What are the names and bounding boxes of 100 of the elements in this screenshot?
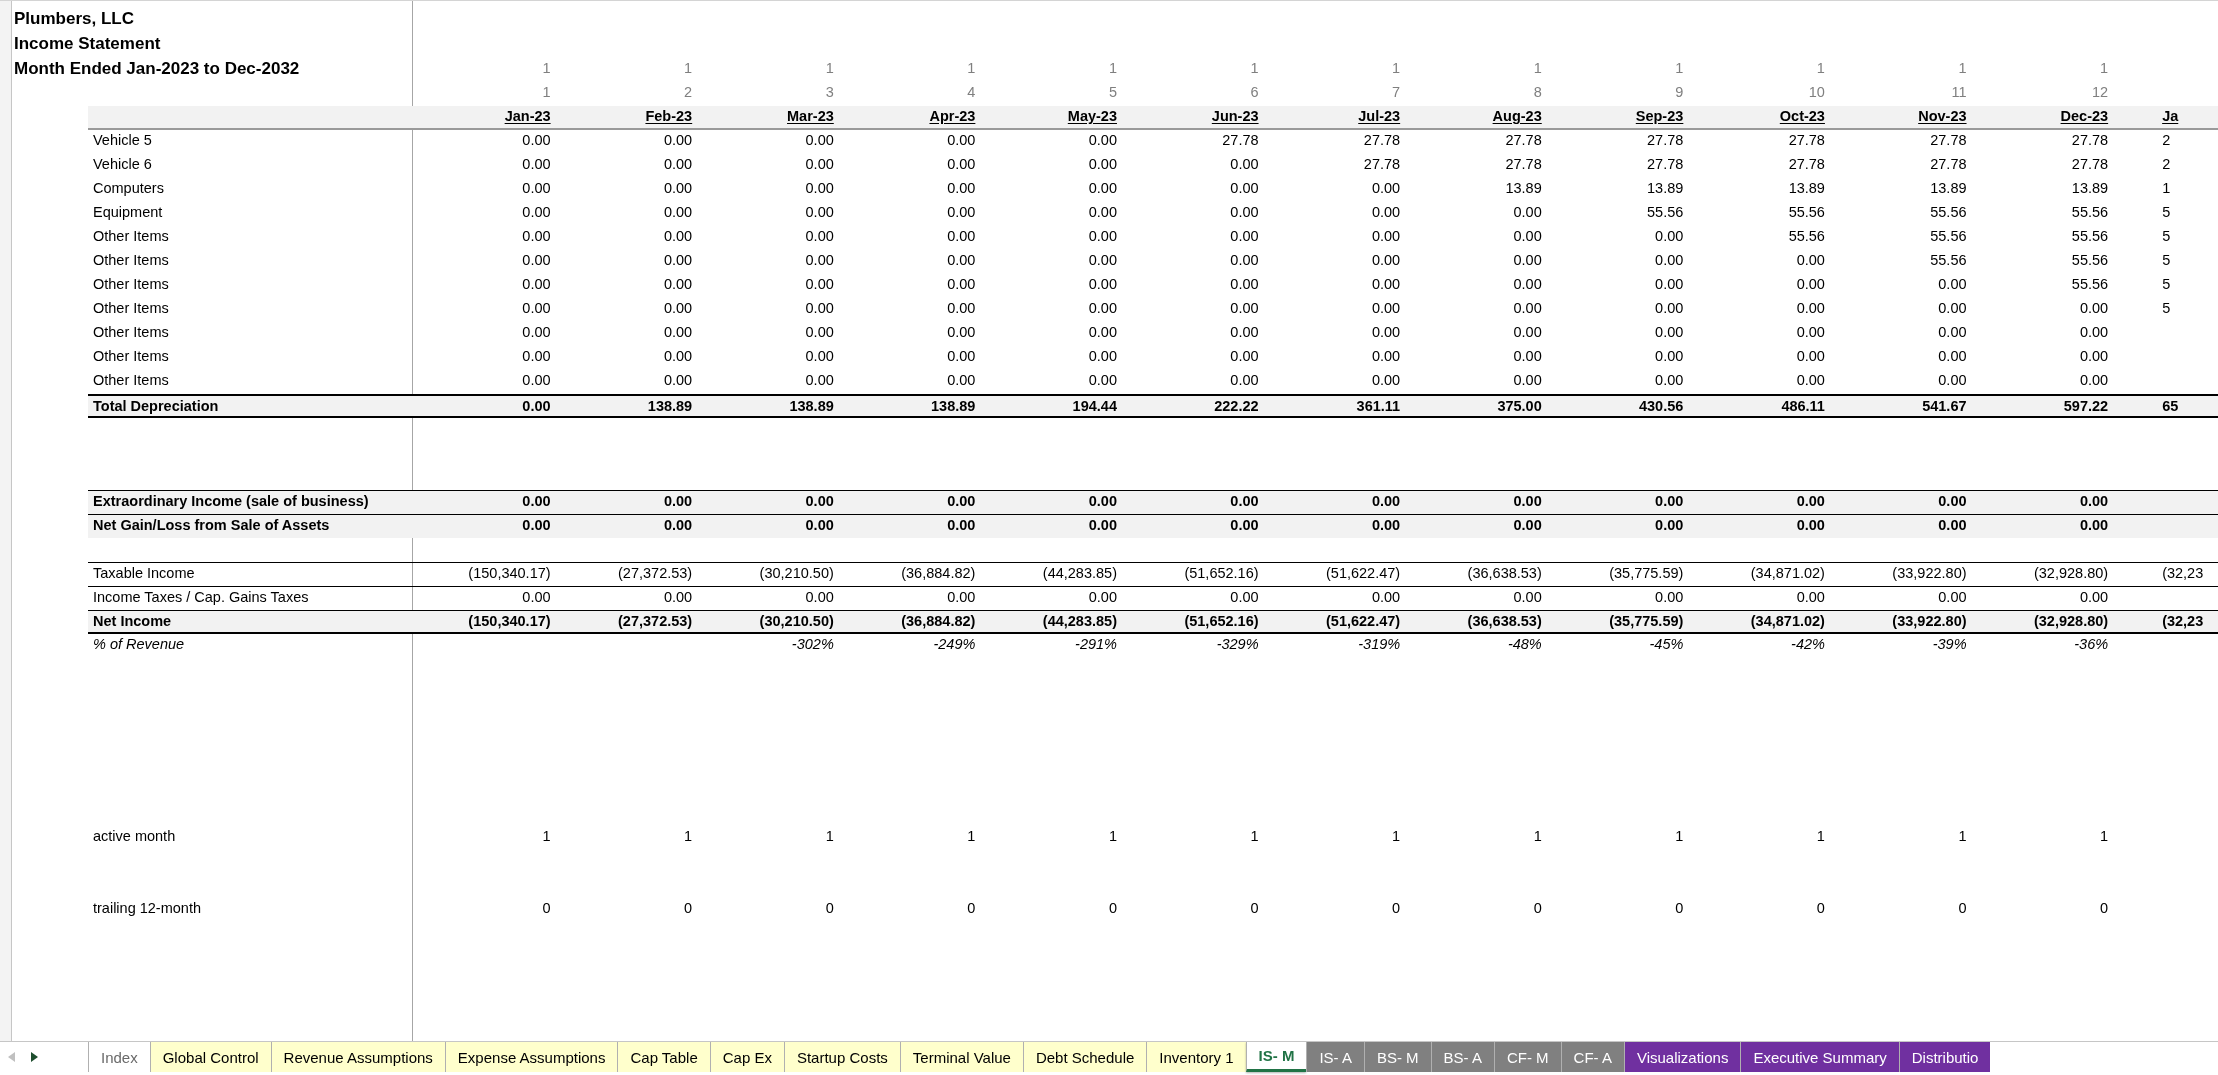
table-cell-text: 55.56 bbox=[2070, 203, 2110, 222]
sheet-tab[interactable]: Executive Summary bbox=[1740, 1042, 1899, 1072]
table-cell-text: 2 bbox=[2161, 155, 2172, 174]
table-cell-text: 1 bbox=[1815, 59, 1826, 78]
table-cell-text: 0.00 bbox=[1370, 347, 1402, 366]
table-cell-text: 1 bbox=[2099, 59, 2110, 78]
table-cell: (36,638.53) bbox=[1404, 610, 1546, 634]
sheet-tab[interactable]: IS- M bbox=[1245, 1042, 1307, 1072]
table-cell-text: 27.78 bbox=[1362, 155, 1402, 174]
table-cell-text: 0.00 bbox=[804, 323, 835, 342]
table-cell: (32,23 bbox=[2112, 610, 2218, 634]
table-cell-text: 0.00 bbox=[804, 251, 835, 270]
table-cell-text: 0.00 bbox=[662, 275, 694, 294]
sheet-tab[interactable]: Startup Costs bbox=[783, 1042, 900, 1072]
sheet-tab[interactable]: BS- M bbox=[1363, 1042, 1431, 1072]
table-cell-text: -319% bbox=[1357, 635, 1402, 654]
table-cell: 0.00 bbox=[1404, 490, 1546, 514]
table-cell: (51,622.47) bbox=[1262, 610, 1405, 634]
scroll-right-icon[interactable] bbox=[30, 1052, 38, 1062]
table-cell-text: 0.00 bbox=[1229, 323, 1260, 342]
sheet-tab[interactable]: Revenue Assumptions bbox=[270, 1042, 445, 1072]
table-cell: (35,775.59) bbox=[1545, 610, 1688, 634]
table-cell: 0.00 bbox=[696, 514, 838, 538]
sheet-tab[interactable]: Global Control bbox=[149, 1042, 271, 1072]
table-cell-text: 0.00 bbox=[1795, 371, 1826, 390]
sheet-tab[interactable]: Cap Table bbox=[617, 1042, 710, 1072]
table-cell-text: 0.00 bbox=[1229, 371, 1260, 390]
sheet-tab[interactable]: Cap Ex bbox=[709, 1042, 784, 1072]
table-cell-text: 0.00 bbox=[1654, 371, 1685, 390]
column-header: Aug-23 bbox=[1404, 106, 1546, 130]
table-cell: (27,372.53) bbox=[554, 610, 697, 634]
table-cell-text: 0.00 bbox=[804, 155, 835, 174]
table-cell: 0.00 bbox=[1970, 490, 2113, 514]
table-cell-text: 0.00 bbox=[1087, 371, 1118, 390]
table-cell-text: 0.00 bbox=[521, 179, 552, 198]
table-cell-text: 0.00 bbox=[1370, 179, 1402, 198]
table-cell-text: 0.00 bbox=[521, 251, 552, 270]
table-cell: 597.22 bbox=[1970, 394, 2113, 418]
table-cell-text: 0.00 bbox=[946, 251, 977, 270]
sheet-tab[interactable]: Visualizations bbox=[1623, 1042, 1741, 1072]
row-label: Total Depreciation bbox=[88, 394, 413, 418]
table-cell-text: -291% bbox=[1074, 635, 1118, 654]
table-cell-text: 1 bbox=[541, 827, 552, 846]
row-label: Other Items bbox=[92, 251, 170, 270]
table-cell: 0.00 bbox=[1262, 514, 1405, 538]
table-cell-text: 0.00 bbox=[1654, 323, 1685, 342]
table-cell-text: 0.00 bbox=[2078, 299, 2110, 318]
table-cell: 138.89 bbox=[554, 394, 697, 418]
table-cell-text: 0.00 bbox=[1795, 323, 1826, 342]
table-cell: 138.89 bbox=[837, 394, 980, 418]
row-label: Computers bbox=[92, 179, 165, 198]
sheet-title: Month Ended Jan-2023 to Dec-2032 bbox=[13, 58, 300, 80]
table-cell-text: 0.00 bbox=[1087, 179, 1118, 198]
sheet-tab[interactable]: Debt Schedule bbox=[1022, 1042, 1147, 1072]
table-cell-text: 9 bbox=[1674, 83, 1685, 102]
table-cell-text: 0.00 bbox=[1512, 227, 1543, 246]
table-cell: 0.00 bbox=[413, 514, 555, 538]
table-cell: 0.00 bbox=[1828, 490, 1971, 514]
table-cell-text: 13.89 bbox=[2070, 179, 2110, 198]
table-cell-text: 0.00 bbox=[1087, 347, 1118, 366]
table-cell-text: 1 bbox=[1249, 59, 1260, 78]
column-header: Oct-23 bbox=[1687, 106, 1829, 130]
sheet-tab[interactable]: BS- A bbox=[1430, 1042, 1494, 1072]
table-cell: 0.00 bbox=[1545, 490, 1688, 514]
sheet-tab[interactable]: Distributio bbox=[1898, 1042, 1991, 1072]
table-cell-text: 27.78 bbox=[2070, 155, 2110, 174]
sheet-tab[interactable]: Terminal Value bbox=[899, 1042, 1023, 1072]
sheet-tab[interactable]: CF- M bbox=[1493, 1042, 1561, 1072]
table-cell-text: 0.00 bbox=[662, 131, 694, 150]
table-cell-text: 55.56 bbox=[2070, 275, 2110, 294]
table-cell-text: 0.00 bbox=[946, 227, 977, 246]
table-cell-text: 1 bbox=[1532, 827, 1543, 846]
table-cell: (27,372.53) bbox=[554, 562, 697, 586]
table-cell-text: 0.00 bbox=[662, 203, 694, 222]
table-cell-text: 3 bbox=[824, 83, 835, 102]
table-cell-text: 55.56 bbox=[1929, 227, 1968, 246]
table-cell-text: 0.00 bbox=[1512, 371, 1543, 390]
table-cell-text: 0.00 bbox=[946, 299, 977, 318]
sheet-tab[interactable]: IS- A bbox=[1306, 1042, 1364, 1072]
sheet-tab[interactable]: Expense Assumptions bbox=[444, 1042, 618, 1072]
sheet-title: Income Statement bbox=[13, 33, 161, 55]
row-label: Other Items bbox=[92, 371, 170, 390]
column-header: Jan-23 bbox=[413, 106, 555, 130]
table-cell-text: 27.78 bbox=[1646, 155, 1685, 174]
row-label: active month bbox=[92, 827, 177, 846]
table-cell-text: 0.00 bbox=[1229, 347, 1260, 366]
table-cell: (33,922.80) bbox=[1828, 610, 1971, 634]
table-cell-text: 0.00 bbox=[1229, 227, 1260, 246]
table-cell-text: 27.78 bbox=[1504, 155, 1543, 174]
table-cell: 0.00 bbox=[1545, 514, 1688, 538]
table-cell-text: 27.78 bbox=[1787, 131, 1826, 150]
table-cell-text: 27.78 bbox=[1504, 131, 1543, 150]
table-cell-text: 0.00 bbox=[521, 227, 552, 246]
table-cell-text: 27.78 bbox=[1787, 155, 1826, 174]
row-label: Other Items bbox=[92, 227, 170, 246]
table-cell-text: 0.00 bbox=[662, 371, 694, 390]
sheet-tab[interactable]: Inventory 1 bbox=[1146, 1042, 1246, 1072]
table-cell: (51,652.16) bbox=[1120, 610, 1263, 634]
sheet-tab[interactable]: CF- A bbox=[1560, 1042, 1624, 1072]
table-cell-text: 0.00 bbox=[521, 323, 552, 342]
